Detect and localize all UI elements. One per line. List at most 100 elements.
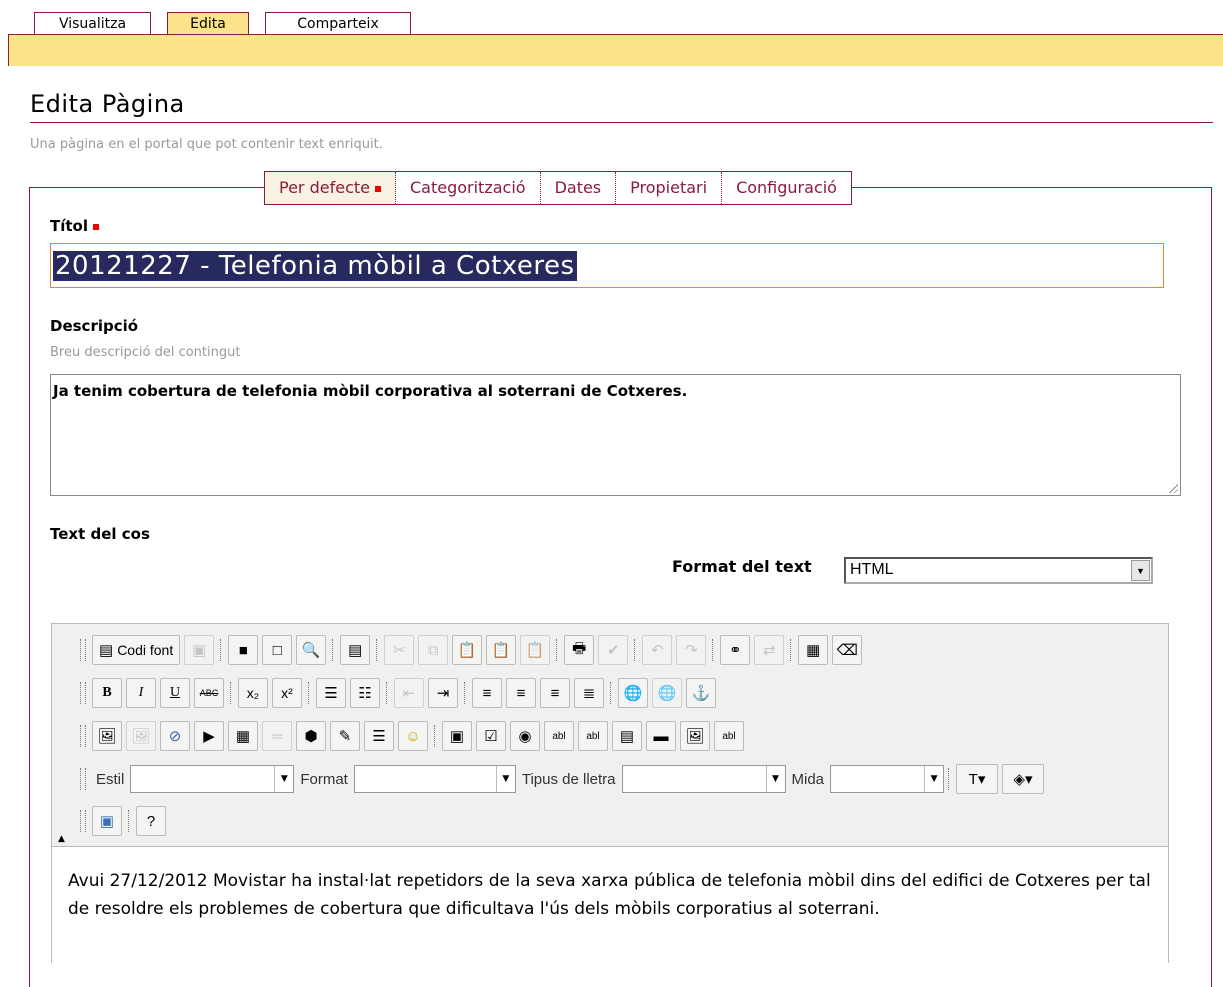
numbered-list-button[interactable]: ☰ [316, 678, 346, 708]
smiley-button[interactable]: ☺ [398, 721, 428, 751]
collapse-toolbar-icon[interactable]: ▲ [58, 834, 65, 844]
bullet-list-button[interactable]: ☷ [350, 678, 380, 708]
strike-button[interactable]: ABC [194, 678, 224, 708]
format-combo-label: Format [300, 770, 348, 788]
textarea-button[interactable]: abl [578, 721, 608, 751]
preview-button[interactable]: 🔍 [296, 635, 327, 665]
hidden-field-button[interactable]: abl [714, 721, 744, 751]
document-icon: ▤ [348, 642, 363, 659]
form-button[interactable]: ▣ [442, 721, 472, 751]
page-break-icon: ☰ [372, 728, 386, 745]
templates-button[interactable]: ▤ [340, 635, 371, 665]
format-combo[interactable]: ▼ [353, 765, 516, 793]
paste-word-button[interactable]: 📋 [520, 635, 551, 665]
paste-text-button[interactable]: 📋 [486, 635, 517, 665]
maximize-button[interactable]: ▣ [92, 806, 122, 836]
button-button[interactable]: ▬ [646, 721, 676, 751]
link-button[interactable]: 🌐 [618, 678, 648, 708]
stamp-button[interactable]: ✎ [330, 721, 360, 751]
help-button[interactable]: ? [136, 806, 166, 836]
separator [790, 639, 792, 661]
remove-format-button[interactable]: ⌫ [832, 635, 863, 665]
editor-content[interactable]: Avui 27/12/2012 Movistar ha instal·lat r… [52, 846, 1168, 964]
paste-button[interactable]: 📋 [452, 635, 483, 665]
align-right-button[interactable]: ≡ [540, 678, 570, 708]
separator [556, 639, 558, 661]
title-input[interactable]: 20121227 - Telefonia mòbil a Cotxeres [50, 243, 1164, 288]
outdent-button[interactable]: ⇤ [394, 678, 424, 708]
body-label: Text del cos [50, 525, 150, 543]
text-color-button[interactable]: T▾ [956, 764, 999, 794]
text-format-select[interactable]: HTML ▼ [844, 557, 1153, 584]
align-left-button[interactable]: ≡ [472, 678, 502, 708]
tab-edita[interactable]: Edita [167, 12, 249, 36]
source-icon: ▤ [99, 642, 114, 659]
new-page-button[interactable]: □ [262, 635, 293, 665]
tab-categoritzacio[interactable]: Categorització [394, 172, 540, 204]
background-color-button[interactable]: ◈▾ [1002, 764, 1045, 794]
cut-button[interactable]: ✂ [384, 635, 415, 665]
eraser-icon: ⌫ [836, 642, 858, 659]
align-right-icon: ≡ [550, 684, 560, 702]
resize-grip-icon[interactable] [1168, 483, 1178, 493]
image-manager-button[interactable]: 🖼 [126, 721, 156, 751]
spellcheck-button[interactable]: ✔ [598, 635, 629, 665]
anchor-button[interactable]: ⚓ [686, 678, 716, 708]
superscript-button[interactable]: x² [272, 678, 302, 708]
page-subtitle: Una pàgina en el portal que pot contenir… [30, 137, 383, 152]
redo-button[interactable]: ↷ [676, 635, 707, 665]
tab-per-defecte[interactable]: Per defecte [265, 172, 395, 204]
source-button[interactable]: ▤ Codi font [92, 635, 181, 665]
textarea-icon: abl [586, 730, 600, 742]
italic-button[interactable]: I [126, 678, 156, 708]
tab-propietari[interactable]: Propietari [615, 172, 721, 204]
select-all-button[interactable]: ▦ [798, 635, 829, 665]
unlink-button[interactable]: 🌐 [652, 678, 682, 708]
table-button[interactable]: ▦ [228, 721, 258, 751]
size-combo[interactable]: ▼ [830, 765, 945, 793]
page-break-button[interactable]: ☰ [364, 721, 394, 751]
align-center-button[interactable]: ≡ [506, 678, 536, 708]
underline-button[interactable]: U [160, 678, 190, 708]
tab-configuracio[interactable]: Configuració [721, 172, 851, 204]
flash-button[interactable]: ⊘ [160, 721, 190, 751]
style-combo[interactable]: ▼ [130, 765, 295, 793]
separator [332, 639, 334, 661]
save-button[interactable]: ■ [228, 635, 259, 665]
required-icon [374, 185, 381, 192]
replace-button[interactable]: ⇄ [754, 635, 785, 665]
print-icon: 🖶 [572, 639, 587, 657]
checkbox-button[interactable]: ☑ [476, 721, 506, 751]
template-button[interactable]: ▣ [184, 635, 215, 665]
special-char-button[interactable]: ⬢ [296, 721, 326, 751]
tab-visualitza[interactable]: Visualitza [34, 12, 151, 34]
tab-comparteix[interactable]: Comparteix [265, 12, 411, 34]
chevron-down-icon: ▼ [765, 766, 785, 792]
image-button[interactable]: 🖼 [92, 721, 122, 751]
size-combo-label: Mida [791, 770, 825, 788]
find-button[interactable]: ⚭ [720, 635, 751, 665]
bold-button[interactable]: B [92, 678, 122, 708]
indent-button[interactable]: ⇥ [428, 678, 458, 708]
horizontal-rule-button[interactable]: ═ [262, 721, 292, 751]
justify-icon: ≣ [582, 685, 596, 702]
tab-dates[interactable]: Dates [539, 172, 616, 204]
image-button-icon: 🖼 [685, 728, 705, 745]
textfield-button[interactable]: abl [544, 721, 574, 751]
copy-button[interactable]: ⧉ [418, 635, 449, 665]
radio-button[interactable]: ◉ [510, 721, 540, 751]
table-icon: ▦ [235, 728, 251, 745]
media-button[interactable]: ▶ [194, 721, 224, 751]
subscript-icon: x₂ [246, 685, 260, 701]
copy-icon: ⧉ [427, 641, 439, 659]
select-button[interactable]: ▤ [612, 721, 642, 751]
undo-button[interactable]: ↶ [642, 635, 673, 665]
justify-button[interactable]: ≣ [574, 678, 604, 708]
underline-icon: U [169, 685, 181, 700]
image-button-button[interactable]: 🖼 [680, 721, 710, 751]
subscript-button[interactable]: x₂ [238, 678, 268, 708]
description-textarea[interactable]: Ja tenim cobertura de telefonia mòbil co… [50, 374, 1181, 496]
chevron-down-icon: ▼ [1131, 560, 1150, 581]
font-combo[interactable]: ▼ [621, 765, 786, 793]
print-button[interactable]: 🖶 [564, 635, 595, 665]
